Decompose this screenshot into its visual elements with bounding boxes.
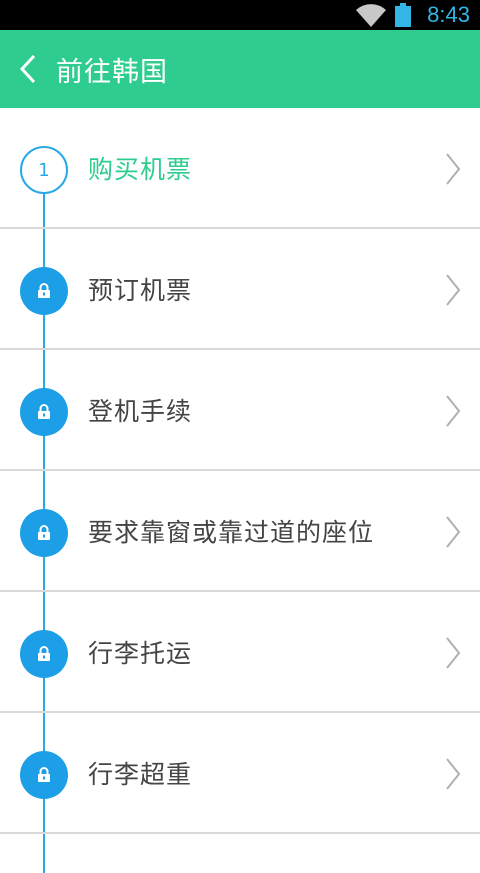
step-row-partial [0,834,480,864]
page-title: 前往韩国 [56,56,168,88]
step-label: 行李托运 [88,639,193,668]
chevron-right-icon [446,758,461,790]
lock-icon [20,630,68,678]
lock-icon [20,267,68,315]
step-label: 购买机票 [88,155,193,184]
chevron-right-icon [446,395,461,427]
chevron-right-icon [446,153,461,185]
status-bar: 8:43 [0,0,480,30]
wifi-icon [356,4,387,28]
battery-icon [395,3,412,27]
step-row-4[interactable]: 要求靠窗或靠过道的座位 [0,471,480,592]
app-bar: 前往韩国 [0,30,480,108]
step-row-1[interactable]: 1 购买机票 [0,108,480,229]
chevron-right-icon [446,516,461,548]
status-time: 8:43 [427,2,470,27]
step-label: 要求靠窗或靠过道的座位 [88,518,375,547]
step-row-3[interactable]: 登机手续 [0,350,480,471]
step-label: 行李超重 [88,760,193,789]
chevron-right-icon [446,637,461,669]
step-row-6[interactable]: 行李超重 [0,713,480,834]
step-label: 预订机票 [88,276,193,305]
lock-icon [20,388,68,436]
step-number-badge: 1 [20,146,68,194]
lock-icon [20,509,68,557]
chevron-right-icon [446,274,461,306]
back-icon[interactable] [6,30,50,108]
lock-icon [20,751,68,799]
step-label: 登机手续 [88,397,193,426]
step-row-2[interactable]: 预订机票 [0,229,480,350]
step-list: 1 购买机票 预订机票 登机手续 要求靠窗或靠过道的座位 行李托运 行李超重 [0,108,480,873]
step-row-5[interactable]: 行李托运 [0,592,480,713]
